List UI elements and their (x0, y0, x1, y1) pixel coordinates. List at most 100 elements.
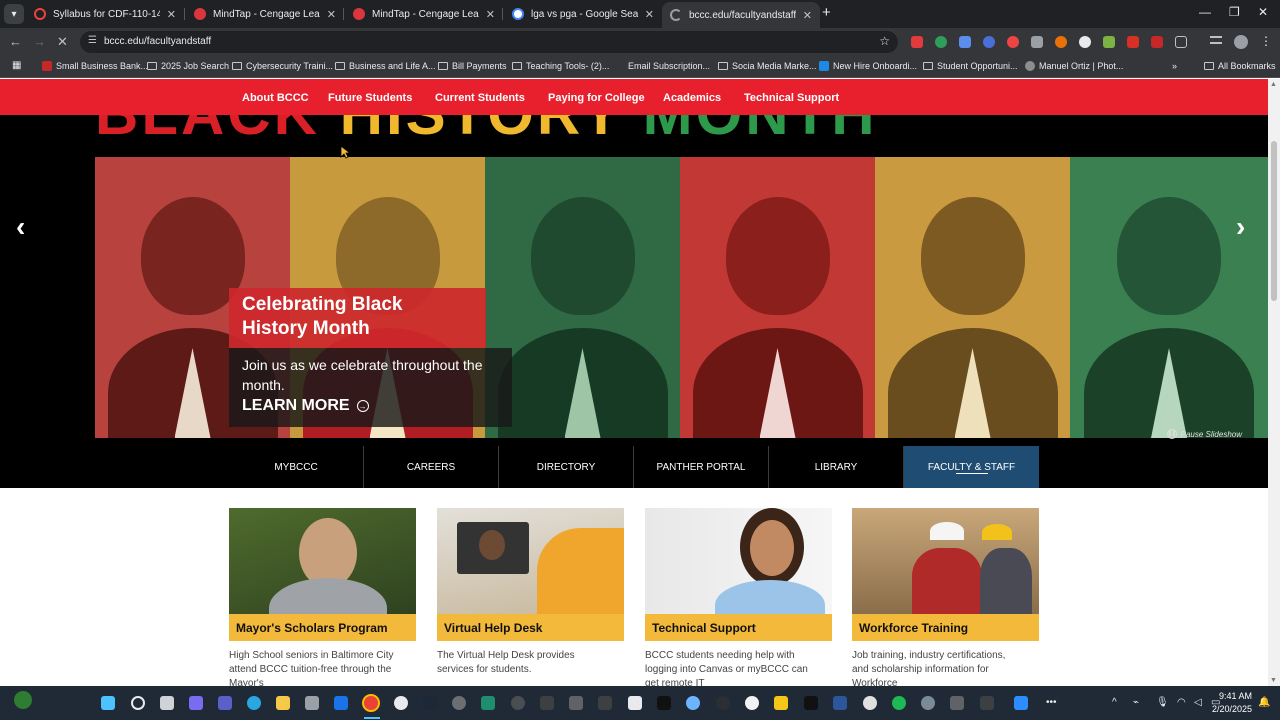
search-icon[interactable] (131, 696, 145, 710)
stop-loading-icon[interactable]: ✕ (57, 34, 68, 50)
feature-card[interactable]: Workforce Training Job training, industr… (852, 508, 1039, 686)
store-icon[interactable] (305, 696, 319, 710)
tab-search-button[interactable]: ▾ (4, 4, 24, 24)
record-icon[interactable] (1007, 36, 1019, 48)
edge-icon[interactable] (247, 696, 261, 710)
feature-card[interactable]: Virtual Help Desk The Virtual Help Desk … (437, 508, 624, 677)
extension-icon[interactable] (1103, 36, 1115, 48)
app-icon[interactable] (569, 696, 583, 710)
extension-icon[interactable] (1151, 36, 1163, 48)
close-tab-icon[interactable]: ✕ (645, 8, 654, 21)
bookmark-folder[interactable]: Bill Payments (438, 61, 507, 71)
settings-gear-icon[interactable] (921, 696, 935, 710)
extension-icon[interactable] (911, 36, 923, 48)
restore-icon[interactable]: ❐ (1229, 5, 1240, 19)
browser-tab[interactable]: Syllabus for CDF-110-1490 An I ✕ (26, 2, 184, 26)
close-tab-icon[interactable]: ✕ (803, 9, 812, 22)
clock-date[interactable]: 2/20/2025 (1202, 704, 1252, 714)
app-icon[interactable] (950, 696, 964, 710)
scroll-down-icon[interactable]: ▼ (1270, 677, 1277, 684)
app-icon[interactable] (686, 696, 700, 710)
nav-academics[interactable]: Academics (663, 92, 721, 104)
bookmarks-overflow-icon[interactable]: » (1172, 61, 1177, 71)
previous-slide-icon[interactable]: ‹ (16, 211, 25, 243)
spotify-icon[interactable] (892, 696, 906, 710)
more-apps-icon[interactable]: ••• (1046, 697, 1057, 708)
bookmark-item[interactable]: Email Subscription... (628, 61, 710, 71)
browser-tab[interactable]: MindTap - Cengage Learning ✕ (345, 2, 503, 26)
bookmark-folder[interactable]: Teaching Tools- (2)... (512, 61, 609, 71)
extension-icon[interactable] (1127, 36, 1139, 48)
bookmark-folder[interactable]: Socia Media Marke... (718, 61, 817, 71)
feature-card[interactable]: Mayor's Scholars Program High School sen… (229, 508, 416, 686)
pause-slideshow-button[interactable]: ❚❚ Pause Slideshow (1166, 429, 1242, 439)
page-scrollbar[interactable]: ▲ ▼ (1268, 79, 1280, 686)
close-window-icon[interactable]: ✕ (1258, 5, 1268, 19)
app-icon[interactable] (863, 696, 877, 710)
nav-paying-for-college[interactable]: Paying for College (548, 92, 645, 104)
app-icon[interactable] (980, 696, 994, 710)
windows-start-icon[interactable] (101, 696, 115, 710)
teams-icon[interactable] (218, 696, 232, 710)
bookmark-item[interactable]: Manuel Ortiz | Phot... (1025, 61, 1123, 71)
next-slide-icon[interactable]: › (1236, 211, 1245, 243)
close-tab-icon[interactable]: ✕ (167, 8, 176, 21)
bookmark-folder[interactable]: Business and Life A... (335, 61, 436, 71)
quicklink-careers[interactable]: CAREERS (364, 446, 499, 488)
widgets-icon[interactable] (14, 691, 32, 709)
app-icon[interactable] (511, 696, 525, 710)
app-icon[interactable] (628, 696, 642, 710)
app-icon[interactable] (804, 696, 818, 710)
back-icon[interactable]: ← (9, 34, 22, 49)
bookmark-folder[interactable]: Cybersecurity Traini... (232, 61, 333, 71)
app-icon[interactable] (540, 696, 554, 710)
browser-tab[interactable]: lga vs pga - Google Search ✕ (504, 2, 662, 26)
minimize-icon[interactable]: — (1199, 5, 1211, 19)
extension-icon[interactable] (1055, 36, 1067, 48)
app-icon[interactable] (716, 696, 730, 710)
extension-icon[interactable] (1079, 36, 1091, 48)
extension-icon[interactable] (1031, 36, 1043, 48)
nav-future-students[interactable]: Future Students (328, 92, 412, 104)
profile-avatar[interactable] (1234, 35, 1248, 49)
browser-tab-active[interactable]: bccc.edu/facultyandstaff ✕ (662, 2, 820, 28)
app-icon[interactable] (657, 696, 671, 710)
reading-list-icon[interactable] (1210, 36, 1222, 44)
steam-icon[interactable] (423, 696, 437, 710)
app-icon[interactable] (745, 696, 759, 710)
word-icon[interactable] (833, 696, 847, 710)
zoom-icon[interactable] (1014, 696, 1028, 710)
extension-icon[interactable] (983, 36, 995, 48)
nav-current-students[interactable]: Current Students (435, 92, 525, 104)
quicklink-faculty-staff[interactable]: FACULTY & STAFF (904, 446, 1039, 488)
bookmark-item[interactable]: New Hire Onboardi... (819, 61, 917, 71)
extensions-puzzle-icon[interactable] (1175, 36, 1187, 48)
notification-bell-icon[interactable]: 🔔 (1258, 697, 1270, 708)
all-bookmarks-button[interactable]: All Bookmarks (1204, 61, 1276, 71)
file-explorer-icon[interactable] (276, 696, 290, 710)
bookmark-folder[interactable]: Student Opportuni... (923, 61, 1018, 71)
learn-more-link[interactable]: LEARN MORE → (242, 397, 369, 415)
address-bar[interactable]: ☰ bccc.edu/facultyandstaff ☆ (80, 31, 898, 53)
close-tab-icon[interactable]: ✕ (486, 8, 495, 21)
mail-icon[interactable] (334, 696, 348, 710)
copilot-icon[interactable] (189, 696, 203, 710)
quicklink-library[interactable]: LIBRARY (769, 446, 904, 488)
grammarly-icon[interactable] (935, 36, 947, 48)
app-icon[interactable] (598, 696, 612, 710)
network-off-icon[interactable]: ⌁ (1133, 697, 1139, 708)
quicklink-mybccc[interactable]: MYBCCC (229, 446, 364, 488)
microphone-icon[interactable]: 🎙 (1156, 697, 1169, 708)
nav-about[interactable]: About BCCC (242, 92, 309, 104)
chrome-icon[interactable] (364, 696, 378, 710)
close-tab-icon[interactable]: ✕ (327, 8, 336, 21)
app-icon[interactable] (452, 696, 466, 710)
bookmark-folder[interactable]: 2025 Job Search (147, 61, 229, 71)
feature-card[interactable]: Technical Support BCCC students needing … (645, 508, 832, 686)
bookmark-star-icon[interactable]: ☆ (879, 34, 890, 48)
site-info-icon[interactable]: ☰ (88, 35, 97, 46)
volume-icon[interactable]: ◁ (1194, 697, 1202, 708)
scroll-up-icon[interactable]: ▲ (1270, 81, 1277, 88)
app-icon[interactable] (774, 696, 788, 710)
clock-time[interactable]: 9:41 AM (1206, 691, 1252, 701)
